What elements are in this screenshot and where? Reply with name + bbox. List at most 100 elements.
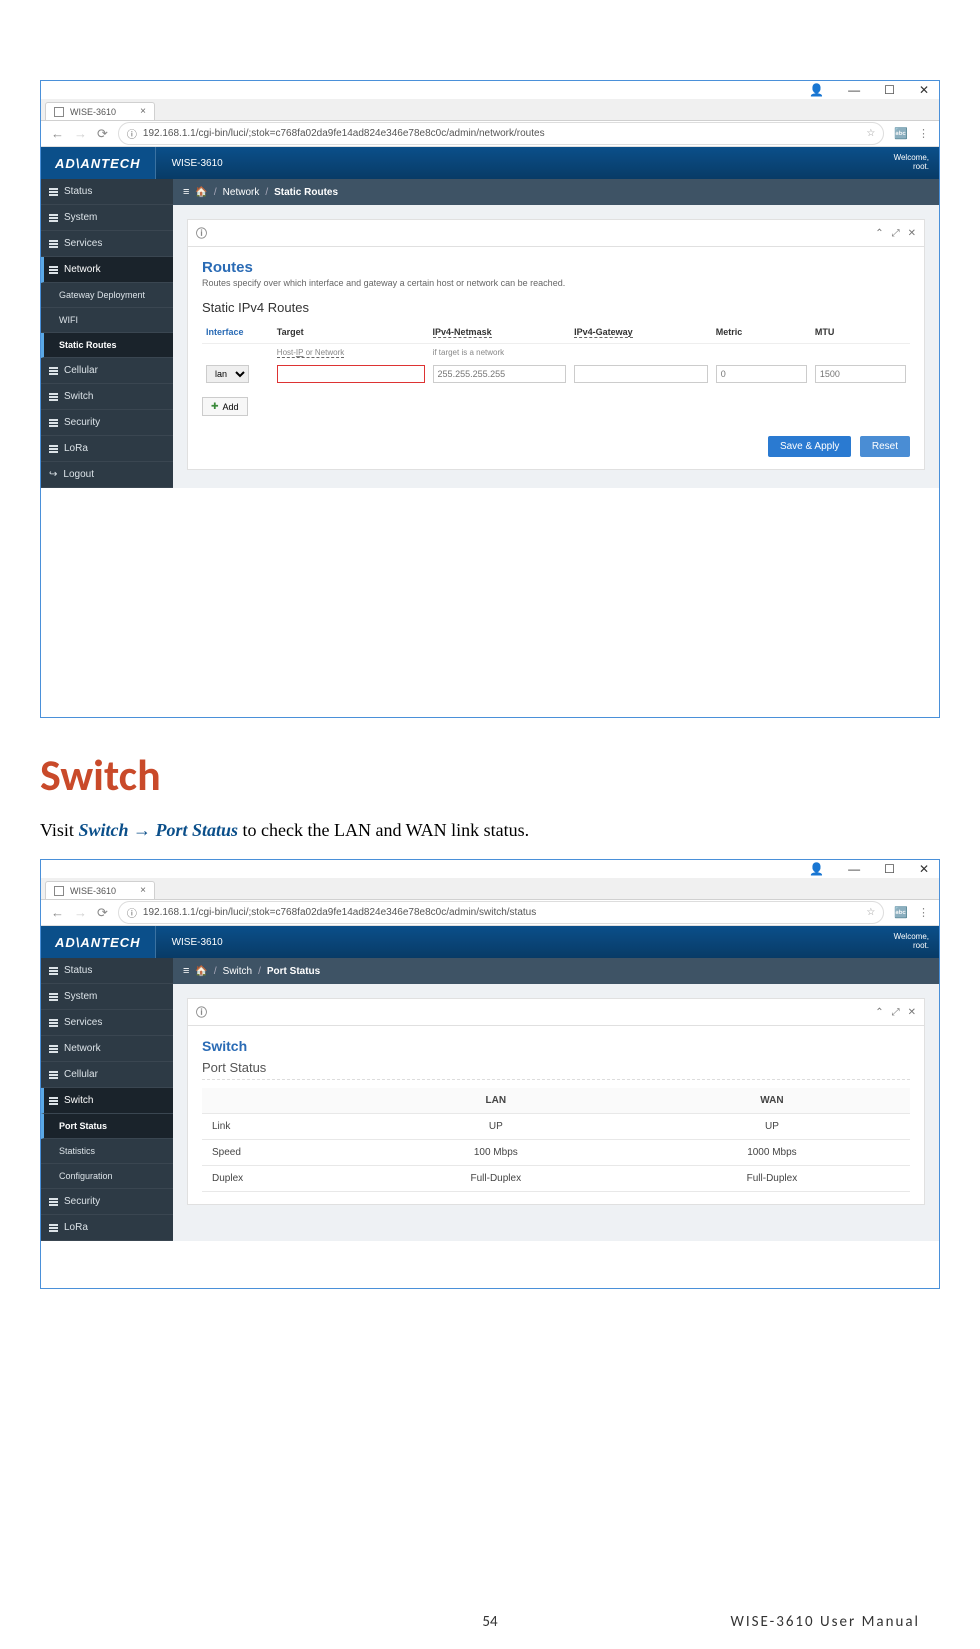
- cell-wan-link: UP: [634, 1114, 910, 1140]
- app-content: AD\ANTECH WISE-3610 Welcome, root. Statu…: [41, 147, 939, 488]
- mtu-input[interactable]: [815, 365, 906, 383]
- expand-icon[interactable]: ⤢: [892, 1007, 900, 1018]
- sidebar-item-network[interactable]: Network: [41, 1036, 173, 1062]
- col-lan: LAN: [358, 1088, 634, 1114]
- col-target: Target: [273, 321, 429, 344]
- info-icon: ⓘ: [127, 905, 137, 920]
- menu-icon[interactable]: ⋮: [918, 906, 929, 919]
- home-icon[interactable]: 🏠: [195, 966, 207, 977]
- sidebar-item-system[interactable]: System: [41, 205, 173, 231]
- close-panel-icon[interactable]: ✕: [908, 228, 916, 239]
- forward-icon[interactable]: →: [74, 905, 87, 920]
- add-button[interactable]: ✚ Add: [202, 397, 248, 416]
- doc-heading: Switch: [40, 748, 940, 802]
- target-input[interactable]: [277, 365, 425, 383]
- row-label: Speed: [202, 1140, 358, 1166]
- interface-select[interactable]: lan: [206, 365, 249, 383]
- reload-icon[interactable]: ⟳: [97, 905, 108, 921]
- reset-button[interactable]: Reset: [860, 436, 910, 457]
- url-text: 192.168.1.1/cgi-bin/luci/;stok=c768fa02d…: [143, 907, 536, 918]
- back-icon[interactable]: ←: [51, 126, 64, 141]
- crumb-page: Port Status: [267, 966, 320, 977]
- sidebar-item-services[interactable]: Services: [41, 231, 173, 257]
- expand-icon[interactable]: ⤢: [892, 228, 900, 239]
- app-content: AD\ANTECH WISE-3610 Welcome, root. Statu…: [41, 926, 939, 1241]
- close-icon[interactable]: ✕: [919, 863, 929, 875]
- browser-tab[interactable]: WISE-3610 ×: [45, 881, 155, 899]
- netmask-input[interactable]: [433, 365, 567, 383]
- col-gateway: IPv4-Gateway: [574, 327, 633, 338]
- browser-window-1: 👤 — ☐ ✕ WISE-3610 × ← → ⟳ ⓘ 192.168.1.1/…: [40, 80, 940, 718]
- back-icon[interactable]: ←: [51, 905, 64, 920]
- collapse-icon[interactable]: ⌃: [875, 1007, 883, 1018]
- add-icon: ✚: [211, 401, 219, 412]
- translate-icon[interactable]: 🔤: [894, 127, 908, 140]
- forward-icon[interactable]: →: [74, 126, 87, 141]
- metric-input[interactable]: [716, 365, 807, 383]
- panel-header-bar: ⓘ ⌃ ⤢ ✕: [187, 998, 925, 1026]
- translate-icon[interactable]: 🔤: [894, 906, 908, 919]
- url-field[interactable]: ⓘ 192.168.1.1/cgi-bin/luci/;stok=c768fa0…: [118, 122, 884, 145]
- tab-close-icon[interactable]: ×: [140, 885, 146, 896]
- sidebar-sub-statistics[interactable]: Statistics: [41, 1139, 173, 1164]
- tab-close-icon[interactable]: ×: [140, 106, 146, 117]
- close-panel-icon[interactable]: ✕: [908, 1007, 916, 1018]
- browser-tab[interactable]: WISE-3610 ×: [45, 102, 155, 120]
- sidebar-item-security[interactable]: Security: [41, 410, 173, 436]
- home-icon[interactable]: 🏠: [195, 187, 207, 198]
- sidebar-sub-gateway[interactable]: Gateway Deployment: [41, 283, 173, 308]
- hamburger-icon[interactable]: ≡: [183, 965, 189, 977]
- tab-title: WISE-3610: [70, 107, 116, 117]
- hamburger-icon[interactable]: ≡: [183, 186, 189, 198]
- bookmark-icon[interactable]: ☆: [866, 128, 875, 139]
- maximize-icon[interactable]: ☐: [884, 84, 895, 96]
- action-row: Save & Apply Reset: [202, 436, 910, 457]
- row-label: Duplex: [202, 1166, 358, 1192]
- sidebar-item-switch[interactable]: Switch: [41, 384, 173, 410]
- sidebar-item-switch[interactable]: Switch: [41, 1088, 173, 1114]
- cell-wan-speed: 1000 Mbps: [634, 1140, 910, 1166]
- page-icon: [54, 107, 64, 117]
- sidebar-sub-static-routes[interactable]: Static Routes: [41, 333, 173, 358]
- gateway-input[interactable]: [574, 365, 708, 383]
- sidebar-sub-wifi[interactable]: WIFI: [41, 308, 173, 333]
- collapse-icon[interactable]: ⌃: [875, 228, 883, 239]
- minimize-icon[interactable]: —: [848, 84, 860, 96]
- table-input-row: lan: [202, 361, 910, 387]
- sidebar-item-status[interactable]: Status: [41, 958, 173, 984]
- sidebar-item-cellular[interactable]: Cellular: [41, 358, 173, 384]
- person-icon: 👤: [809, 863, 824, 875]
- address-bar: ← → ⟳ ⓘ 192.168.1.1/cgi-bin/luci/;stok=c…: [41, 900, 939, 926]
- url-field[interactable]: ⓘ 192.168.1.1/cgi-bin/luci/;stok=c768fa0…: [118, 901, 884, 924]
- section-heading: Port Status: [202, 1060, 910, 1080]
- maximize-icon[interactable]: ☐: [884, 863, 895, 875]
- sidebar-item-status[interactable]: Status: [41, 179, 173, 205]
- col-netmask: IPv4-Netmask: [433, 327, 492, 338]
- save-apply-button[interactable]: Save & Apply: [768, 436, 851, 457]
- routes-table: Interface Target IPv4-Netmask IPv4-Gatew…: [202, 321, 910, 387]
- minimize-icon[interactable]: —: [848, 863, 860, 875]
- sidebar-sub-configuration[interactable]: Configuration: [41, 1164, 173, 1189]
- sidebar-item-security[interactable]: Security: [41, 1189, 173, 1215]
- sidebar-item-lora[interactable]: LoRa: [41, 1215, 173, 1241]
- sidebar-item-network[interactable]: Network: [41, 257, 173, 283]
- sidebar-item-logout[interactable]: Logout: [41, 462, 173, 488]
- sidebar-item-cellular[interactable]: Cellular: [41, 1062, 173, 1088]
- content-area: ≡ 🏠 / Switch / Port Status ⓘ ⌃ ⤢: [173, 958, 939, 1241]
- sidebar-item-lora[interactable]: LoRa: [41, 436, 173, 462]
- reload-icon[interactable]: ⟳: [97, 126, 108, 142]
- sidebar-item-system[interactable]: System: [41, 984, 173, 1010]
- device-name: WISE-3610: [156, 937, 239, 948]
- menu-icon[interactable]: ⋮: [918, 127, 929, 140]
- info-icon: ⓘ: [196, 1004, 207, 1020]
- sidebar-sub-port-status[interactable]: Port Status: [41, 1114, 173, 1139]
- bookmark-icon[interactable]: ☆: [866, 907, 875, 918]
- close-icon[interactable]: ✕: [919, 84, 929, 96]
- cell-lan-link: UP: [358, 1114, 634, 1140]
- row-link: Link UP UP: [202, 1114, 910, 1140]
- crumb-page: Static Routes: [274, 187, 338, 198]
- sidebar-item-services[interactable]: Services: [41, 1010, 173, 1036]
- crumb-network[interactable]: Network: [223, 187, 260, 198]
- content-area: ≡ 🏠 / Network / Static Routes ⓘ ⌃ ⤢: [173, 179, 939, 488]
- crumb-switch[interactable]: Switch: [223, 966, 252, 977]
